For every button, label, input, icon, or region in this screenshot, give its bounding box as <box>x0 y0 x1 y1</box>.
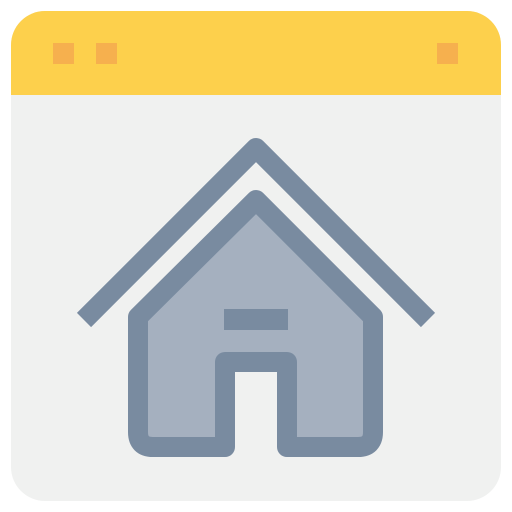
browser-home-illustration <box>0 0 512 512</box>
home-icon <box>76 138 436 457</box>
house-window <box>224 309 288 330</box>
